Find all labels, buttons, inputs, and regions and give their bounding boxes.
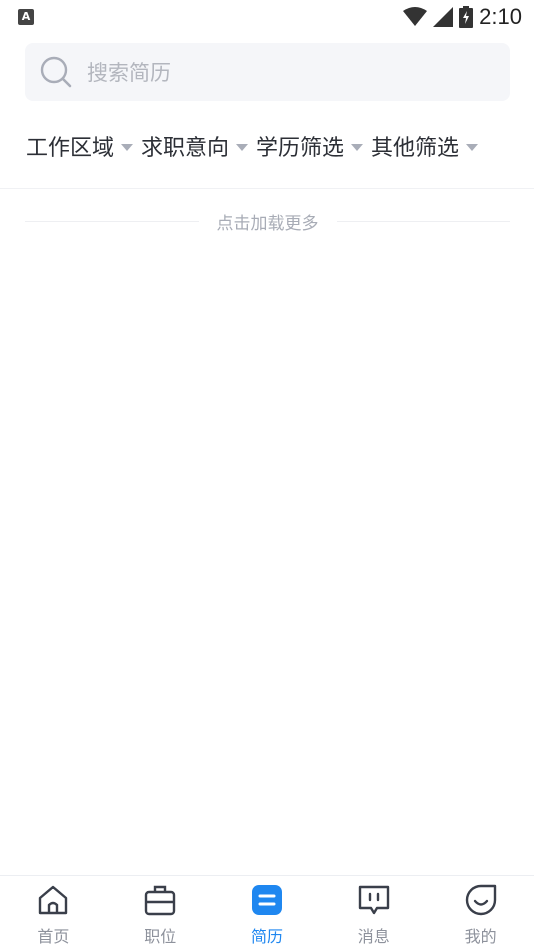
tab-label: 消息: [357, 927, 390, 946]
wifi-icon: [403, 7, 428, 26]
profile-icon: [464, 883, 498, 917]
load-more-label: 点击加载更多: [216, 213, 319, 234]
filter-bar: 工作区域 求职意向 学历筛选 其他筛选: [0, 120, 534, 172]
status-time: 2:10: [479, 4, 522, 29]
dropdown-arrow-icon: [121, 143, 134, 151]
divider: [0, 188, 534, 189]
home-icon: [36, 883, 70, 917]
battery-icon: [459, 6, 474, 28]
filter-label: 工作区域: [26, 136, 115, 161]
filter-education[interactable]: 学历筛选: [256, 130, 364, 162]
load-more[interactable]: 点击加载更多: [25, 206, 510, 236]
dropdown-arrow-icon: [236, 143, 249, 151]
message-icon: [357, 883, 391, 917]
notification-icon: A: [18, 9, 34, 25]
divider-line: [25, 220, 199, 222]
resume-icon: [250, 883, 284, 917]
filter-label: 求职意向: [141, 136, 230, 161]
briefcase-icon: [143, 883, 177, 917]
bottom-tab-bar: 首页 职位 简历 消息 我的: [0, 875, 534, 950]
status-bar: A 2:10: [0, 0, 534, 34]
search-placeholder: 搜索简历: [87, 61, 171, 85]
search-input[interactable]: 搜索简历: [25, 43, 510, 101]
dropdown-arrow-icon: [466, 143, 479, 151]
divider-line: [336, 220, 510, 222]
filter-label: 其他筛选: [371, 136, 460, 161]
tab-label: 职位: [144, 927, 177, 946]
tab-home[interactable]: 首页: [0, 876, 107, 950]
signal-icon: [433, 7, 454, 27]
filter-work-area[interactable]: 工作区域: [26, 130, 134, 162]
filter-other[interactable]: 其他筛选: [371, 130, 479, 162]
dropdown-arrow-icon: [351, 143, 364, 151]
search-icon: [40, 56, 72, 88]
filter-label: 学历筛选: [256, 136, 345, 161]
tab-resume[interactable]: 简历: [214, 876, 321, 950]
filter-job-intention[interactable]: 求职意向: [141, 130, 249, 162]
status-indicators: 2:10: [403, 4, 522, 29]
tab-label: 简历: [250, 927, 283, 946]
tab-profile[interactable]: 我的: [427, 876, 534, 950]
tab-jobs[interactable]: 职位: [107, 876, 214, 950]
tab-label: 首页: [37, 927, 70, 946]
tab-label: 我的: [464, 927, 497, 946]
tab-messages[interactable]: 消息: [320, 876, 427, 950]
